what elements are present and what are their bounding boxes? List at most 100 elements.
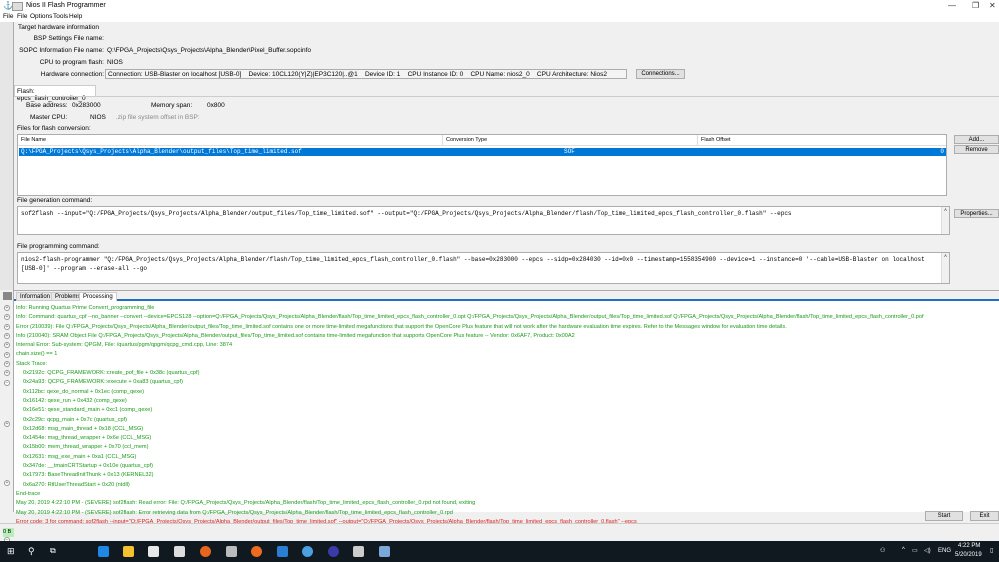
message-line[interactable]: 0x15b00: mem_thread_wrapper + 0x70 (ccl_… <box>16 443 996 452</box>
file-explorer-icon[interactable] <box>123 546 134 557</box>
expand-icon[interactable]: + <box>4 333 10 339</box>
expand-icon[interactable]: + <box>4 370 10 376</box>
menu-options[interactable]: Options <box>30 13 52 20</box>
app-icon-6[interactable] <box>226 546 237 557</box>
gen-label: File generation command: <box>17 197 93 204</box>
start-button[interactable]: Start <box>925 511 963 521</box>
message-list: Info: Running Quartus Prime Convert_prog… <box>16 304 996 527</box>
volume-icon[interactable]: ◁) <box>924 547 931 554</box>
generation-command-field[interactable]: sof2flash --input="Q:/FPGA_Projects/Qsys… <box>17 206 950 235</box>
menu-file-outer[interactable]: File <box>3 13 13 20</box>
network-icon[interactable]: ▭ <box>912 547 918 554</box>
column-file-name[interactable]: File Name <box>18 135 443 146</box>
title-bar: ⚓ Nios II Flash Programmer — ❐ ✕ <box>0 0 999 12</box>
tray-chevron-icon[interactable]: ^ <box>902 547 905 553</box>
minimize-button[interactable]: — <box>948 1 956 10</box>
expand-icon[interactable]: + <box>4 480 10 486</box>
expand-icon[interactable]: + <box>4 352 10 358</box>
message-line[interactable]: May 20, 2019 4:22:10 PM - (SEVERE) sof2f… <box>16 509 996 518</box>
java-icon[interactable] <box>353 546 364 557</box>
programming-command-field[interactable]: nios2-flash-programmer "Q:/FPGA_Projects… <box>17 252 950 284</box>
expand-icon[interactable]: + <box>4 305 10 311</box>
message-line[interactable]: 0x1454e: msg_thread_wrapper + 0x6e (CCL_… <box>16 434 996 443</box>
tab-flash-controller[interactable]: Flash: epcs_flash_controller_0 <box>14 85 96 102</box>
cpu-value: NIOS <box>107 59 123 66</box>
scrollbar[interactable]: ^ <box>941 253 949 283</box>
properties-button[interactable]: Properties... <box>954 209 999 218</box>
message-line[interactable]: Error (210039): File Q:/FPGA_Projects/Qs… <box>16 323 996 332</box>
message-line[interactable]: 0x16142: qexe_run + 0x432 (comp_qexe) <box>16 397 996 406</box>
app-icon-9[interactable] <box>302 546 313 557</box>
message-line[interactable]: 0x347de: __tmainCRTStartup + 0x10e (quar… <box>16 462 996 471</box>
collapse-icon[interactable]: − <box>4 380 10 386</box>
menu-help[interactable]: Help <box>69 13 82 20</box>
message-line[interactable]: 0x2192c: QCPG_FRAMEWORK::create_pof_file… <box>16 369 996 378</box>
tab-information[interactable]: Information <box>16 292 55 301</box>
expand-icon[interactable]: + <box>4 342 10 348</box>
search-icon[interactable]: ⚲ <box>28 546 35 557</box>
column-conversion-type[interactable]: Conversion Type <box>443 135 698 146</box>
maximize-button[interactable]: ❐ <box>972 1 979 10</box>
message-line[interactable]: End-trace <box>16 490 996 499</box>
add-button[interactable]: Add... <box>954 135 999 144</box>
menu-tools[interactable]: Tools <box>53 13 68 20</box>
status-indicator: 0 B <box>3 528 14 537</box>
message-line[interactable]: Info (210040): SRAM Object File Q:/FPGA_… <box>16 332 996 341</box>
scrollbar[interactable]: ^ <box>941 207 949 234</box>
message-line[interactable]: 0x16e51: qexe_standard_main + 0xc1 (comp… <box>16 406 996 415</box>
message-line[interactable]: 0x2c29c: qcpg_main + 0x7c (quartus_cpf) <box>16 416 996 425</box>
message-line[interactable]: 0x17973: BaseThreadInitThunk + 0x13 (KER… <box>16 471 996 480</box>
remove-button[interactable]: Remove <box>954 145 999 154</box>
span-label: Memory span: <box>151 102 193 109</box>
hw-label: Hardware connection: <box>40 71 104 78</box>
background-window-strip <box>0 22 14 290</box>
connections-button[interactable]: Connections... <box>636 69 685 79</box>
column-flash-offset[interactable]: Flash Offset <box>698 135 946 146</box>
console-icon <box>3 292 12 300</box>
menu-file[interactable]: File <box>17 13 27 20</box>
task-view-icon[interactable]: ⧉ <box>50 546 56 556</box>
firefox-icon[interactable] <box>200 546 211 557</box>
tab-processing[interactable]: Processing <box>79 292 117 301</box>
message-line[interactable]: Info: Running Quartus Prime Convert_prog… <box>16 304 996 313</box>
language-indicator[interactable]: ENG <box>938 548 951 554</box>
message-tabs: Information Problems Processing <box>14 291 999 301</box>
message-line[interactable]: Stack Trace: <box>16 360 996 369</box>
cpu-label: CPU to program flash: <box>39 59 104 66</box>
message-line[interactable]: 0x112bc: qexe_do_normal + 0x1ec (comp_qe… <box>16 388 996 397</box>
window-title: Nios II Flash Programmer <box>26 2 106 9</box>
zip-label: .zip file system offset in BSP: <box>116 114 200 121</box>
eclipse-icon[interactable] <box>328 546 339 557</box>
app-icon-12[interactable] <box>379 546 390 557</box>
message-line[interactable]: May 20, 2019 4:22:10 PM - (SEVERE) sof2f… <box>16 499 996 508</box>
programming-command-text: nios2-flash-programmer "Q:/FPGA_Projects… <box>21 256 925 272</box>
edge-icon[interactable] <box>98 546 109 557</box>
expand-icon[interactable]: + <box>4 361 10 367</box>
expand-icon[interactable]: + <box>4 324 10 330</box>
files-heading: Files for flash conversion: <box>17 125 91 132</box>
flash-programmer-panel: Target hardware information BSP Settings… <box>14 22 999 290</box>
expand-icon[interactable]: + <box>4 421 10 427</box>
message-line[interactable]: 0x12d68: msg_main_thread + 0x18 (CCL_MSG… <box>16 425 996 434</box>
message-line[interactable]: 0x24a93: QCPG_FRAMEWORK::execute + 0xa83… <box>16 378 996 387</box>
message-line[interactable]: 0x12631: msg_exe_main + 0xa1 (CCL_MSG) <box>16 453 996 462</box>
clock-time[interactable]: 4:22 PM <box>958 543 980 549</box>
menu-bar: File File Options Tools Help <box>0 12 999 22</box>
sopc-value: Q:\FPGA_Projects\Qsys_Projects\Alpha_Ble… <box>107 47 312 54</box>
mail-icon[interactable] <box>174 546 185 557</box>
expand-icon[interactable]: + <box>4 314 10 320</box>
message-line[interactable]: Info: Command: quartus_cpf --no_banner -… <box>16 313 996 322</box>
notifications-icon[interactable]: ▯ <box>990 547 993 554</box>
exit-button[interactable]: Exit <box>970 511 999 521</box>
message-line[interactable]: Internal Error: Sub-system: QPGM, File: … <box>16 341 996 350</box>
people-icon[interactable]: ⚇ <box>880 547 885 554</box>
message-line[interactable]: chain.size() == 1 <box>16 350 996 359</box>
quartus-icon[interactable] <box>277 546 288 557</box>
close-button[interactable]: ✕ <box>989 1 996 10</box>
store-icon[interactable] <box>148 546 159 557</box>
clock-date[interactable]: 5/20/2019 <box>955 552 982 558</box>
table-row[interactable]: Q:\FPGA_Projects\Qsys_Projects\Alpha_Ble… <box>19 148 946 156</box>
windows-start-icon[interactable]: ⊞ <box>7 546 15 557</box>
message-line[interactable]: 0x6a270: RtlUserThreadStart + 0x20 (ntdl… <box>16 481 996 490</box>
app-icon-7[interactable] <box>251 546 262 557</box>
